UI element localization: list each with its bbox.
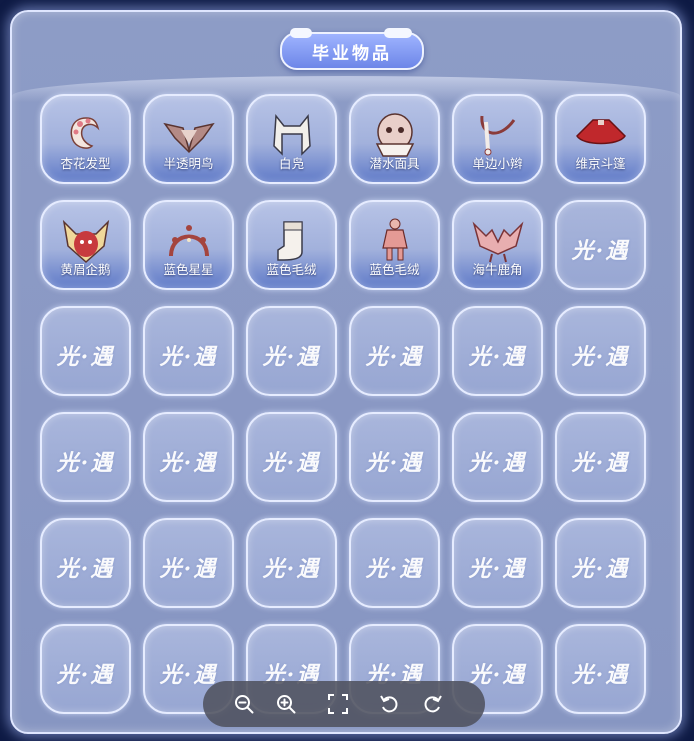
watermark: 光·遇 xyxy=(365,556,424,582)
bird-mask-icon xyxy=(162,122,215,154)
rotate-right-button[interactable] xyxy=(417,689,447,719)
watermark: 光·遇 xyxy=(262,450,321,476)
watermark: 光·遇 xyxy=(159,344,218,370)
item-slot[interactable]: 蓝色星星 xyxy=(143,200,234,290)
panel-title: 毕业物品 xyxy=(280,28,424,70)
empty-slot[interactable]: 光·遇 xyxy=(452,306,543,396)
empty-slot[interactable]: 光·遇 xyxy=(143,518,234,608)
watermark: 光·遇 xyxy=(365,344,424,370)
watermark: 光·遇 xyxy=(571,450,630,476)
braid-icon xyxy=(479,115,515,156)
item-label: 黄眉企鹅 xyxy=(60,262,111,277)
diving-mask-icon xyxy=(375,113,414,157)
empty-slot[interactable]: 光·遇 xyxy=(349,306,440,396)
zoom-in-button[interactable] xyxy=(271,689,301,719)
item-label: 白凫 xyxy=(278,156,304,171)
empty-slot[interactable]: 光·遇 xyxy=(349,412,440,502)
watermark: 光·遇 xyxy=(56,556,115,582)
item-slot[interactable]: 半透明鸟 xyxy=(143,94,234,184)
item-slot[interactable]: 维京斗篷 xyxy=(555,94,646,184)
boot-icon xyxy=(276,221,303,261)
watermark: 光·遇 xyxy=(571,344,630,370)
empty-slot[interactable]: 光·遇 xyxy=(40,412,131,502)
item-label: 杏花发型 xyxy=(60,156,111,171)
item-label: 单边小辫 xyxy=(472,156,523,171)
outfit-icon xyxy=(381,218,408,261)
rotate-left-icon xyxy=(380,695,398,713)
hair-icon xyxy=(70,117,99,149)
empty-slot[interactable]: 光·遇 xyxy=(349,518,440,608)
empty-slot[interactable]: 光·遇 xyxy=(40,518,131,608)
item-grid: 杏花发型 半透明鸟 白凫 潜水面具 单边小辫 维京斗篷 黄眉企鹅 蓝色星星 蓝色… xyxy=(40,94,646,714)
empty-slot[interactable]: 光·遇 xyxy=(40,624,131,714)
watermark: 光·遇 xyxy=(571,662,630,688)
antler-icon xyxy=(472,221,523,263)
empty-slot[interactable]: 光·遇 xyxy=(452,412,543,502)
item-slot[interactable]: 白凫 xyxy=(246,94,337,184)
item-slot[interactable]: 单边小辫 xyxy=(452,94,543,184)
watermark: 光·遇 xyxy=(468,556,527,582)
item-slot[interactable]: 杏花发型 xyxy=(40,94,131,184)
item-label: 蓝色毛绒 xyxy=(266,262,317,277)
empty-slot[interactable]: 光·遇 xyxy=(555,200,646,290)
watermark: 光·遇 xyxy=(159,556,218,582)
watermark: 光·遇 xyxy=(262,344,321,370)
white-hood-icon xyxy=(272,114,311,156)
item-label: 蓝色毛绒 xyxy=(369,262,420,277)
item-slot[interactable]: 黄眉企鹅 xyxy=(40,200,131,290)
item-slot[interactable]: 蓝色毛绒 xyxy=(349,200,440,290)
watermark: 光·遇 xyxy=(571,238,630,264)
zoom-out-button[interactable] xyxy=(229,689,259,719)
zoom-out-icon xyxy=(235,695,254,714)
item-slot[interactable]: 海牛鹿角 xyxy=(452,200,543,290)
item-slot[interactable]: 蓝色毛绒 xyxy=(246,200,337,290)
item-label: 维京斗篷 xyxy=(575,156,626,171)
item-label: 蓝色星星 xyxy=(163,262,214,277)
empty-slot[interactable]: 光·遇 xyxy=(555,412,646,502)
item-slot[interactable]: 潜水面具 xyxy=(349,94,440,184)
watermark: 光·遇 xyxy=(571,556,630,582)
empty-slot[interactable]: 光·遇 xyxy=(246,306,337,396)
watermark: 光·遇 xyxy=(365,450,424,476)
image-viewer-toolbar xyxy=(203,681,485,727)
rotate-right-icon xyxy=(424,695,442,713)
item-label: 海牛鹿角 xyxy=(472,262,523,277)
empty-slot[interactable]: 光·遇 xyxy=(555,624,646,714)
empty-slot[interactable]: 光·遇 xyxy=(452,518,543,608)
empty-slot[interactable]: 光·遇 xyxy=(246,412,337,502)
item-label: 半透明鸟 xyxy=(163,156,214,171)
watermark: 光·遇 xyxy=(468,344,527,370)
empty-slot[interactable]: 光·遇 xyxy=(555,518,646,608)
watermark: 光·遇 xyxy=(468,450,527,476)
watermark: 光·遇 xyxy=(56,662,115,688)
star-headpiece-icon xyxy=(168,225,209,257)
empty-slot[interactable]: 光·遇 xyxy=(246,518,337,608)
watermark: 光·遇 xyxy=(56,344,115,370)
empty-slot[interactable]: 光·遇 xyxy=(143,412,234,502)
penguin-mask-icon xyxy=(62,219,109,264)
watermark: 光·遇 xyxy=(159,450,218,476)
graduation-items-panel: 毕业物品 杏花发型 半透明鸟 白凫 潜水面具 单边小辫 维京斗篷 黄眉企鹅 蓝色… xyxy=(10,10,682,734)
fullscreen-icon xyxy=(328,694,348,714)
empty-slot[interactable]: 光·遇 xyxy=(40,306,131,396)
fullscreen-button[interactable] xyxy=(323,689,353,719)
item-label: 潜水面具 xyxy=(369,156,420,171)
watermark: 光·遇 xyxy=(56,450,115,476)
empty-slot[interactable]: 光·遇 xyxy=(555,306,646,396)
watermark: 光·遇 xyxy=(262,556,321,582)
rotate-left-button[interactable] xyxy=(375,689,405,719)
cape-icon xyxy=(575,119,626,145)
empty-slot[interactable]: 光·遇 xyxy=(143,306,234,396)
zoom-in-icon xyxy=(277,695,296,714)
